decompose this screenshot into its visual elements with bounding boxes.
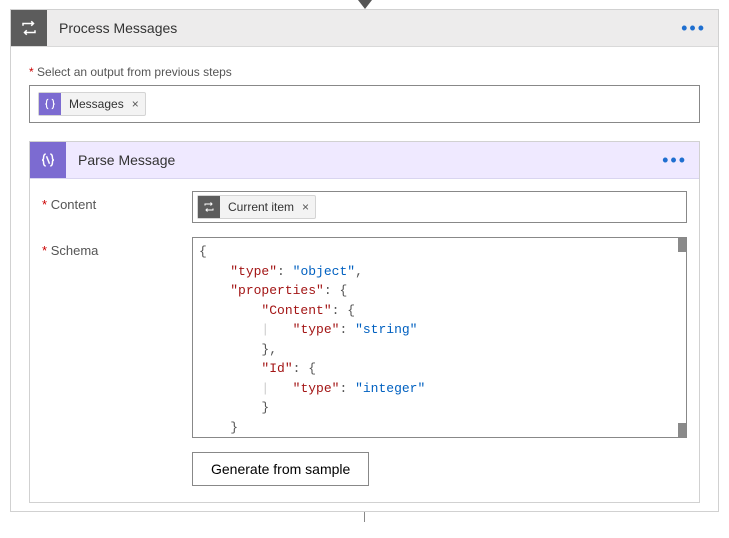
loop-icon [11,10,47,46]
generate-from-sample-button[interactable]: Generate from sample [192,452,369,486]
process-messages-menu[interactable]: ••• [669,18,718,39]
messages-token[interactable]: Messages × [38,92,146,116]
loop-icon [198,196,220,218]
current-item-token[interactable]: Current item × [197,195,316,219]
content-label: * Content [42,191,192,212]
parse-message-card: Parse Message ••• * Content [29,141,700,503]
parse-json-icon [30,142,66,178]
parse-message-menu[interactable]: ••• [650,150,699,171]
select-output-field[interactable]: Messages × [29,85,700,123]
content-field[interactable]: Current item × [192,191,687,223]
schema-editor[interactable]: { "type": "object", "properties": { "Con… [192,237,687,438]
schema-label: * Schema [42,237,192,258]
current-item-token-remove[interactable]: × [302,200,315,214]
current-item-token-label: Current item [220,200,302,214]
process-messages-title: Process Messages [47,20,669,36]
process-messages-header[interactable]: Process Messages ••• [11,10,718,47]
select-output-label: * Select an output from previous steps [29,65,700,79]
parse-message-title: Parse Message [66,152,650,168]
parse-message-body: * Content Current item [30,179,699,502]
flow-connector-line [364,512,365,522]
process-messages-body: * Select an output from previous steps M… [11,47,718,511]
process-messages-card: Process Messages ••• * Select an output … [10,9,719,512]
dynamic-content-icon [39,93,61,115]
messages-token-label: Messages [61,97,132,111]
parse-message-header[interactable]: Parse Message ••• [30,142,699,179]
messages-token-remove[interactable]: × [132,97,145,111]
scrollbar-bottom-icon[interactable] [678,423,686,437]
flow-arrow-into [358,0,372,9]
scrollbar-top-icon[interactable] [678,238,686,252]
